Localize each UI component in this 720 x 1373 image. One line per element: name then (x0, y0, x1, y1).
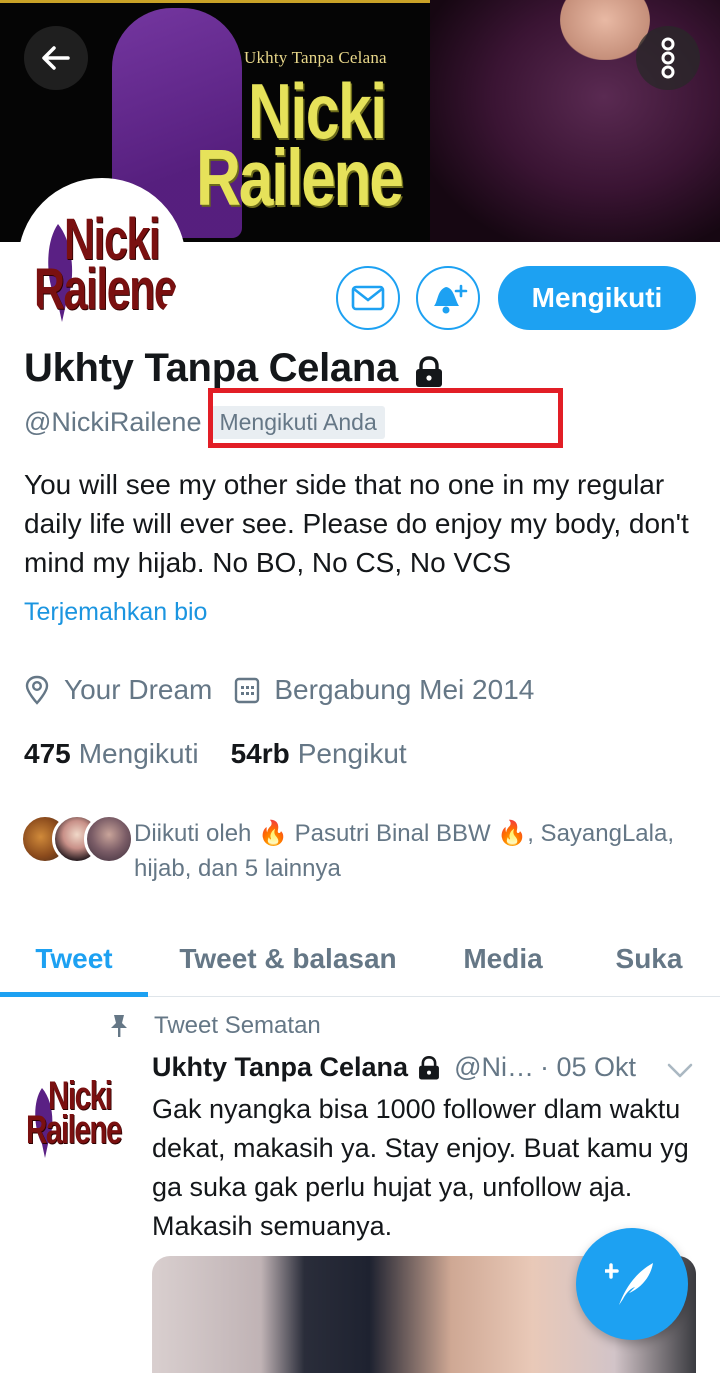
lock-icon (419, 1055, 440, 1079)
bell-plus-icon (434, 284, 468, 314)
joined-item: Bergabung Mei 2014 (234, 674, 534, 706)
location-item: Your Dream (24, 674, 212, 706)
profile-avatar[interactable]: Nicki Railene (18, 178, 186, 346)
active-tab-indicator (0, 992, 148, 997)
pin-icon (111, 1015, 127, 1037)
back-button[interactable] (24, 26, 88, 90)
profile-name-row: Ukhty Tanpa Celana (24, 346, 446, 391)
following-stat[interactable]: 475 Mengikuti (24, 738, 199, 770)
following-button[interactable]: Mengikuti (498, 266, 696, 330)
tweet-avatar-logo-line2: Railene (26, 1108, 122, 1152)
location-pin-icon (25, 675, 49, 705)
tweet-header: Ukhty Tanpa Celana @Ni… · 05 Okt (152, 1052, 702, 1083)
joined-text: Bergabung Mei 2014 (274, 674, 535, 705)
translate-bio-link[interactable]: Terjemahkan bio (24, 598, 207, 627)
followed-by-text[interactable]: Diikuti oleh 🔥 Pasutri Binal BBW 🔥, Saya… (134, 816, 704, 886)
display-name: Ukhty Tanpa Celana (24, 346, 398, 390)
arrow-left-icon (42, 46, 70, 70)
profile-meta: Your Dream Bergabung Mei 2014 (24, 674, 556, 706)
tweet-text: Gak nyangka bisa 1000 follower dlam wakt… (152, 1094, 689, 1241)
tab-tweet[interactable]: Tweet (0, 920, 148, 997)
tweet-author-name[interactable]: Ukhty Tanpa Celana (152, 1052, 408, 1083)
follower-avatar (84, 814, 134, 864)
notifications-button[interactable] (416, 266, 480, 330)
followed-by-avatars[interactable] (20, 814, 134, 864)
compose-tweet-button[interactable] (576, 1228, 688, 1340)
highlight-annotation-box (208, 388, 563, 448)
tab-likes[interactable]: Suka (578, 920, 720, 997)
profile-handle: @NickiRailene (24, 407, 202, 437)
tweet-author-handle: @Ni… (454, 1052, 534, 1082)
avatar-logo-line2: Railene (34, 257, 178, 322)
calendar-icon (235, 677, 260, 704)
followers-count: 54rb (230, 738, 290, 769)
profile-tabs: Tweet Tweet & balasan Media Suka (0, 920, 720, 997)
followers-stat[interactable]: 54rb Pengikut (231, 738, 407, 770)
chevron-down-icon[interactable] (666, 1062, 694, 1080)
more-options-button[interactable] (636, 26, 700, 90)
tab-media[interactable]: Media (428, 920, 578, 997)
banner-title-line2: Railene (196, 133, 404, 222)
banner-subtitle: Ukhty Tanpa Celana (244, 48, 387, 67)
followers-label: Pengikut (297, 738, 407, 769)
tweet-date: · 05 Okt (539, 1052, 637, 1082)
follow-stats: 475 Mengikuti 54rb Pengikut (24, 738, 439, 770)
following-label: Mengikuti (78, 738, 199, 769)
pinned-text: Tweet Sematan (154, 1012, 321, 1039)
more-vertical-icon (661, 37, 675, 79)
profile-bio: You will see my other side that no one i… (24, 469, 689, 578)
lock-icon (415, 355, 442, 387)
tweet-avatar[interactable]: Nicki Railene (20, 1058, 132, 1170)
following-count: 475 (24, 738, 71, 769)
compose-tweet-icon (605, 1263, 653, 1305)
envelope-icon (351, 285, 385, 311)
tab-tweet-replies[interactable]: Tweet & balasan (148, 920, 428, 997)
location-text: Your Dream (64, 674, 213, 705)
message-button[interactable] (336, 266, 400, 330)
pinned-tweet-label: Tweet Sematan (108, 1012, 321, 1040)
